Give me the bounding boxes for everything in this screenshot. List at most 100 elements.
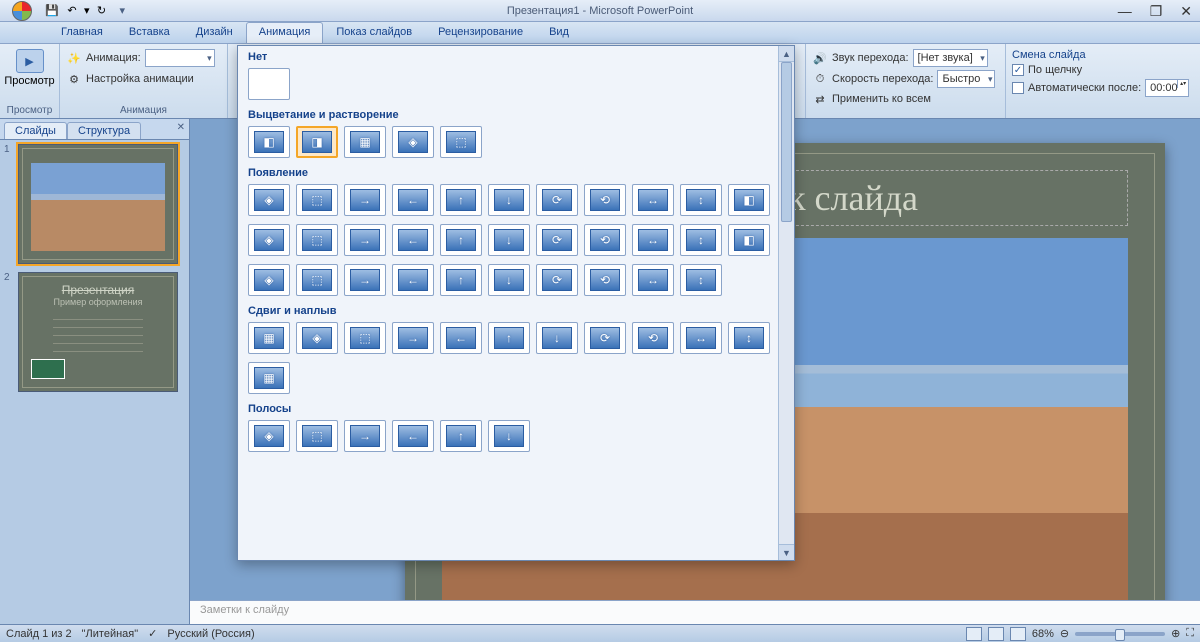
transition-item[interactable]: ◈ (248, 420, 290, 452)
transition-item[interactable]: ◈ (248, 264, 290, 296)
transition-item[interactable]: ⬚ (296, 264, 338, 296)
transition-item[interactable]: ◈ (296, 322, 338, 354)
transition-item[interactable]: ↔ (632, 264, 674, 296)
transition-none[interactable] (248, 68, 290, 100)
status-language[interactable]: Русский (Россия) (167, 628, 254, 640)
transition-item[interactable]: ↔ (632, 184, 674, 216)
tab-home[interactable]: Главная (48, 22, 116, 43)
transition-item[interactable]: ↑ (488, 322, 530, 354)
thumb-slide-2[interactable]: Презентация Пример оформления (18, 272, 178, 392)
redo-icon[interactable]: ↻ (94, 3, 110, 19)
transition-item[interactable]: ↓ (488, 420, 530, 452)
transition-item[interactable]: ↓ (536, 322, 578, 354)
notes-pane[interactable]: Заметки к слайду (190, 600, 1200, 624)
transition-item[interactable]: ↕ (680, 184, 722, 216)
transition-item[interactable]: ↓ (488, 264, 530, 296)
tab-view[interactable]: Вид (536, 22, 582, 43)
transition-item[interactable]: ⬚ (344, 322, 386, 354)
transition-item[interactable]: ← (440, 322, 482, 354)
gallery-scrollbar[interactable]: ▲ ▼ (778, 46, 794, 560)
transition-item[interactable]: ⟲ (632, 322, 674, 354)
transition-item[interactable]: ↕ (680, 224, 722, 256)
pane-tab-slides[interactable]: Слайды (4, 122, 67, 139)
save-icon[interactable]: 💾 (44, 3, 60, 19)
transition-item[interactable]: ◨ (296, 126, 338, 158)
transition-item[interactable]: → (344, 420, 386, 452)
fit-window-icon[interactable]: ⛶ (1186, 627, 1194, 640)
transition-item[interactable]: ◈ (392, 126, 434, 158)
apply-all-button[interactable]: ⇄ Применить ко всем (812, 90, 931, 108)
transition-item[interactable]: ◈ (248, 224, 290, 256)
transition-item[interactable]: ▦ (344, 126, 386, 158)
office-button[interactable] (8, 0, 36, 22)
transition-item[interactable]: → (344, 224, 386, 256)
transition-item[interactable]: ⬚ (296, 224, 338, 256)
transition-item[interactable]: ◧ (248, 126, 290, 158)
scroll-down-icon[interactable]: ▼ (779, 544, 794, 560)
scroll-thumb[interactable] (781, 62, 792, 222)
transition-item[interactable]: ↕ (680, 264, 722, 296)
transition-item[interactable]: ↑ (440, 420, 482, 452)
scroll-up-icon[interactable]: ▲ (779, 46, 794, 62)
auto-after-checkbox[interactable] (1012, 82, 1024, 94)
slide-thumbnail[interactable]: 1 (4, 144, 185, 264)
auto-after-time[interactable]: 00:00 (1145, 79, 1189, 97)
transition-item[interactable]: → (392, 322, 434, 354)
maximize-button[interactable]: ❐ (1150, 3, 1163, 20)
transition-item[interactable]: ⟲ (584, 264, 626, 296)
transition-item[interactable]: ↑ (440, 224, 482, 256)
transition-item[interactable]: ⟲ (584, 224, 626, 256)
transition-item[interactable]: ▦ (248, 362, 290, 394)
transition-item[interactable]: ← (392, 224, 434, 256)
speed-dropdown[interactable]: Быстро (937, 70, 995, 88)
transition-item[interactable]: ← (392, 264, 434, 296)
transition-item[interactable]: ▦ (248, 322, 290, 354)
transition-item[interactable]: ⟳ (536, 224, 578, 256)
thumb-slide-1[interactable] (18, 144, 178, 264)
minimize-button[interactable]: — (1118, 3, 1132, 19)
transition-item[interactable]: ⬚ (440, 126, 482, 158)
transition-item[interactable]: ⟳ (584, 322, 626, 354)
zoom-out-icon[interactable]: ⊖ (1060, 627, 1069, 640)
pane-tab-outline[interactable]: Структура (67, 122, 141, 139)
transition-item[interactable]: ⬚ (296, 184, 338, 216)
transition-item[interactable]: ◈ (248, 184, 290, 216)
spellcheck-icon[interactable]: ✓ (148, 627, 157, 640)
close-button[interactable]: ✕ (1180, 3, 1192, 20)
transition-item[interactable]: → (344, 264, 386, 296)
zoom-slider[interactable] (1075, 632, 1165, 636)
transition-item[interactable]: ↔ (632, 224, 674, 256)
zoom-value[interactable]: 68% (1032, 628, 1054, 640)
custom-animation-button[interactable]: ⚙ Настройка анимации (66, 70, 194, 88)
slide-thumbnail[interactable]: 2 Презентация Пример оформления (4, 272, 185, 392)
transition-item[interactable]: ← (392, 184, 434, 216)
transition-item[interactable]: ⟳ (536, 184, 578, 216)
transition-item[interactable]: → (344, 184, 386, 216)
tab-insert[interactable]: Вставка (116, 22, 183, 43)
view-sorter-button[interactable] (988, 627, 1004, 641)
transition-item[interactable]: ↓ (488, 184, 530, 216)
pane-close-icon[interactable]: ✕ (177, 122, 185, 133)
on-click-checkbox[interactable]: ✓ (1012, 64, 1024, 76)
zoom-in-icon[interactable]: ⊕ (1171, 627, 1180, 640)
view-normal-button[interactable] (966, 627, 982, 641)
view-slideshow-button[interactable] (1010, 627, 1026, 641)
tab-review[interactable]: Рецензирование (425, 22, 536, 43)
transition-item[interactable]: ↕ (728, 322, 770, 354)
preview-button[interactable]: ▶ Просмотр (0, 46, 60, 90)
transition-item[interactable]: ↑ (440, 264, 482, 296)
transition-item[interactable]: ⟳ (536, 264, 578, 296)
transition-item[interactable]: ← (392, 420, 434, 452)
tab-animation[interactable]: Анимация (246, 22, 324, 43)
tab-slideshow[interactable]: Показ слайдов (323, 22, 425, 43)
transition-item[interactable]: ↓ (488, 224, 530, 256)
tab-design[interactable]: Дизайн (183, 22, 246, 43)
transition-item[interactable]: ◧ (728, 184, 770, 216)
transition-item[interactable]: ◧ (728, 224, 770, 256)
transition-item[interactable]: ↑ (440, 184, 482, 216)
transition-item[interactable]: ↔ (680, 322, 722, 354)
animation-dropdown[interactable] (145, 49, 215, 67)
transition-item[interactable]: ⟲ (584, 184, 626, 216)
transition-item[interactable]: ⬚ (296, 420, 338, 452)
undo-icon[interactable]: ↶ (64, 3, 80, 19)
